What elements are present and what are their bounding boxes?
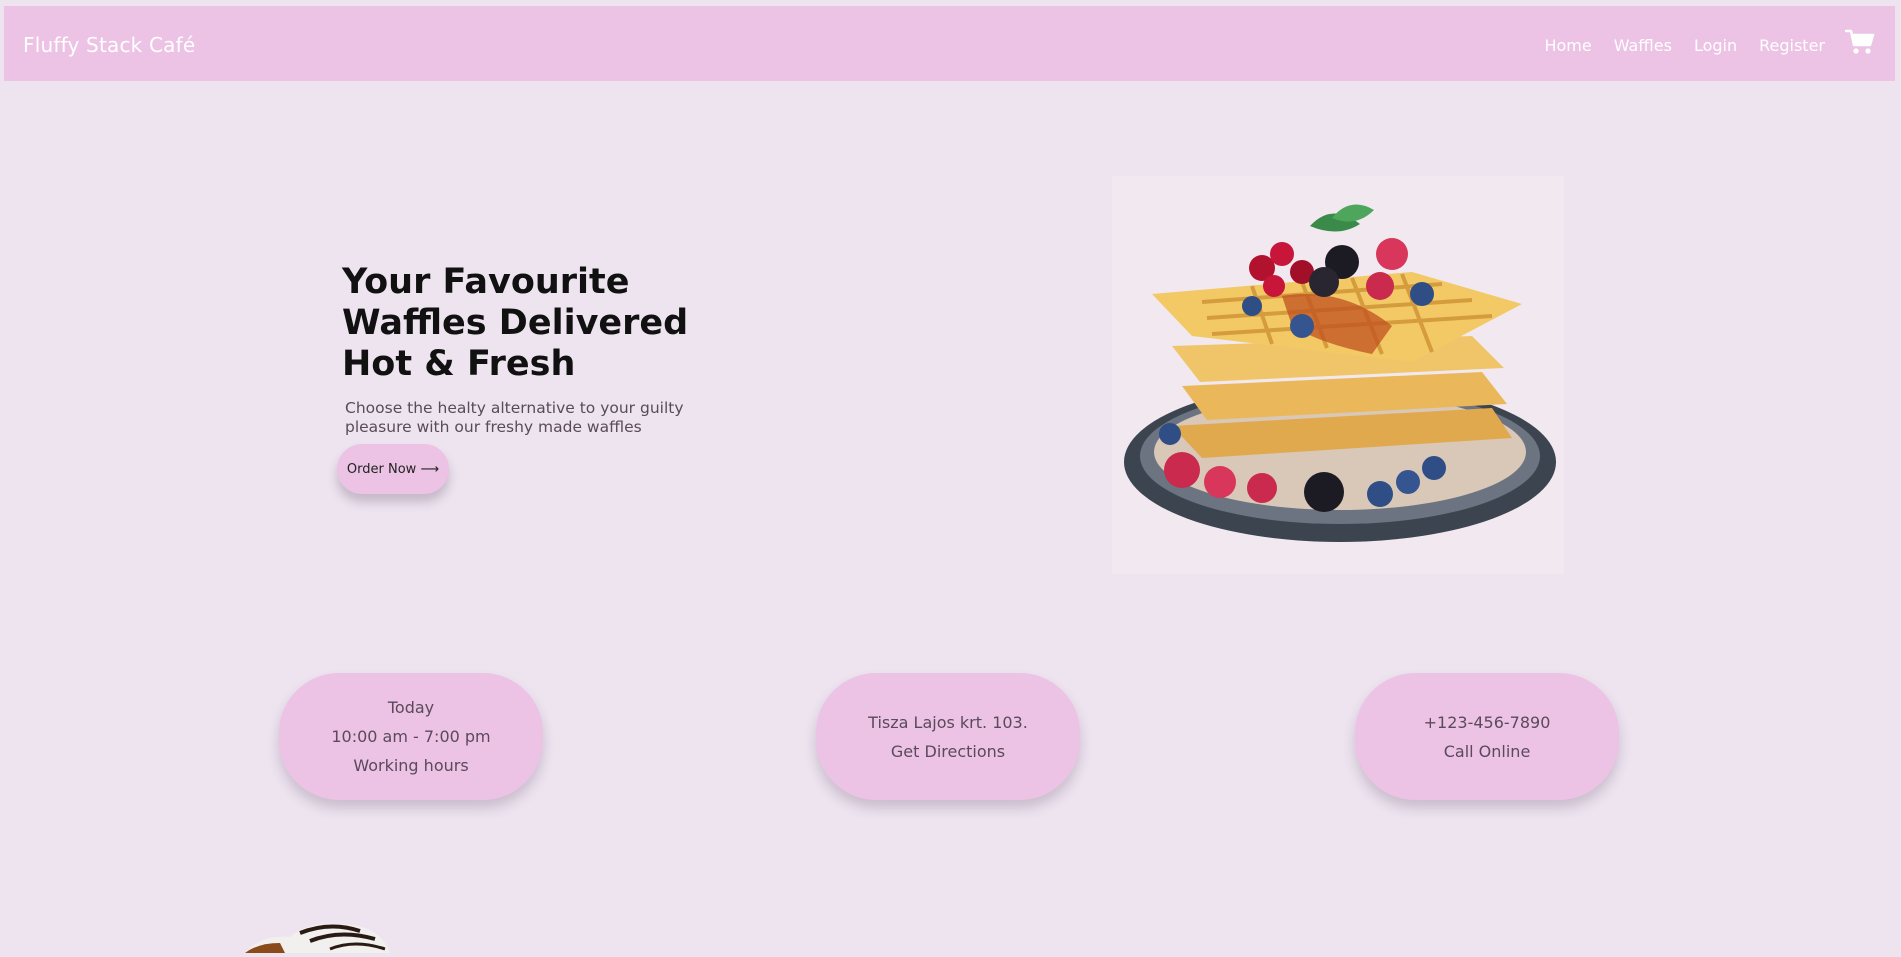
hero-title: Your Favourite Waffles Delivered Hot & F…	[342, 262, 689, 384]
hours-day: Today	[387, 698, 435, 717]
get-directions-link[interactable]: Get Directions	[891, 737, 1005, 766]
nav-link-waffles[interactable]: Waffles	[1614, 36, 1672, 55]
phone-number: +123-456-7890	[1423, 712, 1551, 732]
working-hours-card: Today 10:00 am - 7:00 pm Working hours	[279, 673, 543, 800]
nav-links: Home Waffles Login Register	[1522, 36, 1825, 55]
call-online-link[interactable]: Call Online	[1444, 737, 1531, 766]
dessert-image-partial	[240, 915, 440, 953]
address-card[interactable]: Tisza Lajos krt. 103. Get Directions	[816, 673, 1080, 800]
waffle-stack-image	[1112, 176, 1564, 574]
nav-link-login[interactable]: Login	[1694, 36, 1737, 55]
hero-subtitle: Choose the healty alternative to your gu…	[345, 399, 684, 436]
brand-logo[interactable]: Fluffy Stack Café	[23, 33, 195, 57]
nav-link-home[interactable]: Home	[1544, 36, 1591, 55]
hours-time: 10:00 am - 7:00 pm	[331, 727, 491, 746]
hours-label: Working hours	[353, 756, 469, 775]
phone-card[interactable]: +123-456-7890 Call Online	[1355, 673, 1619, 800]
nav-link-register[interactable]: Register	[1759, 36, 1825, 55]
address-street: Tisza Lajos krt. 103.	[868, 712, 1028, 732]
cart-icon[interactable]	[1845, 28, 1875, 56]
order-now-button[interactable]: Order Now ⟶	[337, 444, 449, 494]
navbar: Fluffy Stack Café Home Waffles Login Reg…	[4, 6, 1895, 81]
